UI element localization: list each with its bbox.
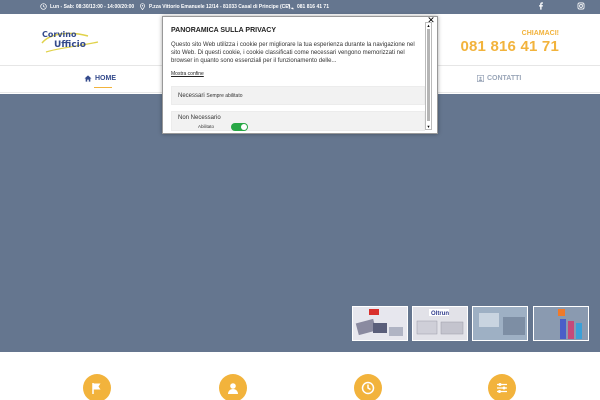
slider-thumb-4[interactable] <box>533 306 589 341</box>
clock-icon <box>361 381 375 395</box>
slider-thumb-3[interactable] <box>472 306 528 341</box>
category-non-necessary-status: Abilitato <box>198 124 215 129</box>
user-icon <box>228 383 238 394</box>
scrollbar-thumb[interactable] <box>427 29 430 121</box>
nav-contatti-label: CONTATTI <box>487 75 522 82</box>
address-text: P.zza Vittorio Emanuele 12/14 - 81033 Ca… <box>149 3 291 10</box>
category-necessary-status: Sempre abilitato <box>206 93 243 99</box>
top-info-bar: Lun - Sab: 08:30/13:00 - 14:00/20:00 P.z… <box>0 0 600 14</box>
svg-text:Oltrun: Oltrun <box>431 311 449 317</box>
address: P.zza Vittorio Emanuele 12/14 - 81033 Ca… <box>139 3 290 10</box>
category-necessary-label: Necessari Sempre abilitato <box>178 93 243 99</box>
logo[interactable]: Corvino Ufficio <box>40 30 100 54</box>
nav-home-label: HOME <box>95 75 116 82</box>
logo-line1: Corvino <box>42 30 77 39</box>
contact-card-icon <box>477 75 484 82</box>
thumb-2-image: Oltrun <box>416 309 464 335</box>
slider-thumb-1[interactable] <box>352 306 408 341</box>
thumb-1-image <box>355 309 403 336</box>
show-more-link[interactable]: Mostra confine <box>171 71 204 77</box>
feature-user <box>219 374 247 400</box>
call-label: CHIAMACI! <box>521 30 559 37</box>
feature-sliders <box>488 374 516 400</box>
thumb-3-image <box>473 307 527 340</box>
feature-flag <box>83 374 111 400</box>
non-necessary-toggle[interactable] <box>231 123 248 131</box>
phone-icon <box>288 4 294 10</box>
privacy-modal: PANORAMICA SULLA PRIVACY ✕ Questo sito W… <box>162 16 438 134</box>
category-non-necessary-name: Non Necessario <box>178 115 221 121</box>
scroll-down-icon[interactable]: ▼ <box>426 124 431 129</box>
clock-icon <box>40 3 47 10</box>
facebook-icon[interactable] <box>537 2 545 10</box>
opening-hours-text: Lun - Sab: 08:30/13:00 - 14:00/20:00 <box>50 3 135 10</box>
sliders-icon <box>497 383 507 393</box>
map-pin-icon <box>140 3 145 10</box>
nav-item-home[interactable]: HOME <box>84 75 116 82</box>
header-phone[interactable]: 081 816 41 71 <box>460 38 559 55</box>
modal-scrollbar[interactable]: ▲ ▼ <box>425 22 432 130</box>
thumb-4-image <box>534 307 588 340</box>
instagram-icon[interactable] <box>577 2 585 10</box>
topbar-phone[interactable]: 081 816 41 71 <box>287 3 329 10</box>
active-nav-underline <box>94 87 112 88</box>
flag-icon <box>92 383 101 394</box>
feature-clock <box>354 374 382 400</box>
logo-line2: Ufficio <box>54 40 86 50</box>
privacy-title: PANORAMICA SULLA PRIVACY <box>171 27 276 34</box>
category-necessary-name: Necessari <box>178 93 205 99</box>
opening-hours: Lun - Sab: 08:30/13:00 - 14:00/20:00 <box>40 3 134 10</box>
nav-item-contatti[interactable]: CONTATTI <box>477 75 521 82</box>
slider-thumb-2[interactable]: Oltrun <box>412 306 468 341</box>
home-icon <box>84 75 92 82</box>
category-necessary[interactable]: Necessari Sempre abilitato <box>171 86 425 105</box>
privacy-text: Questo sito Web utilizza i cookie per mi… <box>171 42 415 64</box>
scroll-up-icon[interactable]: ▲ <box>426 23 431 28</box>
topbar-phone-text: 081 816 41 71 <box>297 3 329 10</box>
category-non-necessary[interactable]: Non Necessario Abilitato <box>171 111 425 131</box>
